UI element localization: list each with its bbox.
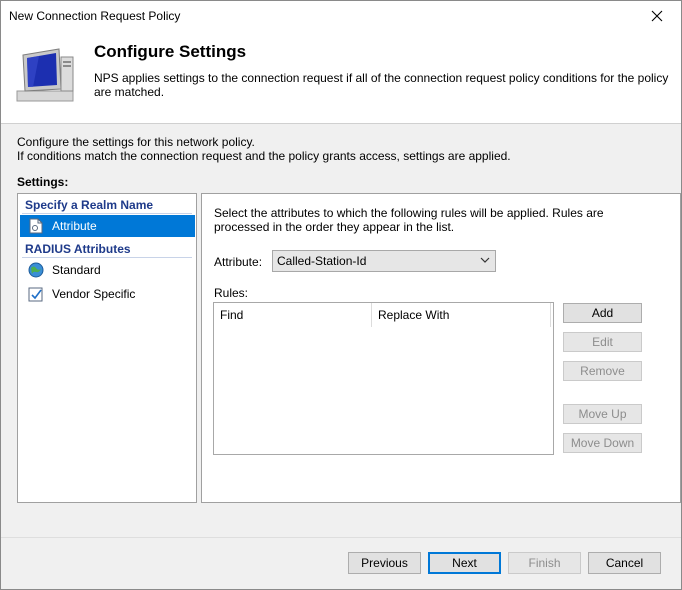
nav-item-attribute[interactable]: Attribute bbox=[20, 215, 195, 237]
intro-text: Configure the settings for this network … bbox=[17, 135, 511, 163]
content-description: Select the attributes to which the follo… bbox=[214, 206, 604, 234]
edit-button[interactable]: Edit bbox=[563, 332, 642, 352]
attribute-dropdown[interactable]: Called-Station-Id bbox=[272, 250, 496, 272]
nav-item-standard[interactable]: Standard bbox=[20, 259, 195, 281]
page-title: Configure Settings bbox=[94, 42, 247, 61]
nav-item-label: Standard bbox=[52, 263, 101, 277]
settings-content-panel: Select the attributes to which the follo… bbox=[201, 193, 681, 503]
finish-button[interactable]: Finish bbox=[508, 552, 581, 574]
nav-item-vendor-specific[interactable]: Vendor Specific bbox=[20, 283, 195, 305]
rules-label: Rules: bbox=[214, 286, 249, 300]
settings-nav-panel: Specify a Realm Name Attribute RADIUS At… bbox=[17, 193, 197, 503]
remove-button[interactable]: Remove bbox=[563, 361, 642, 381]
nav-item-label: Attribute bbox=[52, 219, 97, 233]
move-up-button[interactable]: Move Up bbox=[563, 404, 642, 424]
intro-line-2: If conditions match the connection reque… bbox=[17, 149, 511, 163]
settings-label: Settings: bbox=[17, 175, 69, 189]
window-title: New Connection Request Policy bbox=[9, 9, 181, 23]
attribute-label: Attribute: bbox=[214, 255, 263, 269]
attribute-selected-value: Called-Station-Id bbox=[277, 254, 367, 268]
rules-table[interactable]: Find Replace With bbox=[213, 302, 554, 455]
footer-divider bbox=[1, 537, 681, 538]
title-bar: New Connection Request Policy bbox=[1, 1, 681, 31]
column-divider bbox=[550, 303, 551, 327]
column-header-replace-with[interactable]: Replace With bbox=[372, 303, 550, 327]
dialog-window: New Connection Request Policy Configure … bbox=[0, 0, 682, 590]
chevron-down-icon bbox=[480, 257, 490, 263]
page-description: NPS applies settings to the connection r… bbox=[94, 71, 669, 99]
move-down-button[interactable]: Move Down bbox=[563, 433, 642, 453]
previous-button[interactable]: Previous bbox=[348, 552, 421, 574]
nav-group-divider bbox=[22, 257, 192, 258]
nav-group-radius: RADIUS Attributes bbox=[25, 242, 131, 256]
next-button[interactable]: Next bbox=[428, 552, 501, 574]
close-button[interactable] bbox=[635, 1, 679, 31]
wizard-header: Configure Settings NPS applies settings … bbox=[1, 31, 681, 124]
computer-monitor-icon bbox=[16, 48, 74, 102]
add-button[interactable]: Add bbox=[563, 303, 642, 323]
nav-group-realm: Specify a Realm Name bbox=[25, 198, 154, 212]
intro-line-1: Configure the settings for this network … bbox=[17, 135, 255, 149]
globe-icon bbox=[28, 262, 44, 278]
document-icon bbox=[28, 218, 44, 234]
cancel-button[interactable]: Cancel bbox=[588, 552, 661, 574]
nav-item-label: Vendor Specific bbox=[52, 287, 136, 301]
checkbox-icon bbox=[28, 286, 44, 302]
column-header-find[interactable]: Find bbox=[214, 303, 371, 327]
close-icon bbox=[651, 10, 663, 22]
nav-group-divider bbox=[22, 213, 192, 214]
